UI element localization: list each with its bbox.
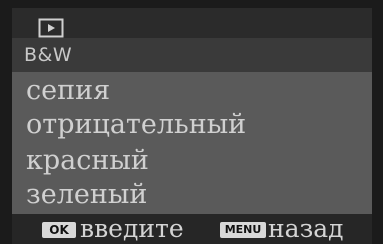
play-icon [38, 18, 64, 38]
bottom-bar: OK введите MENU назад [12, 214, 372, 244]
header-band: B&W [12, 38, 372, 72]
mode-label: B&W [24, 44, 73, 66]
ok-key-icon[interactable]: OK [42, 222, 76, 238]
top-bar [12, 8, 372, 38]
menu-item-red[interactable]: красный [26, 144, 149, 178]
back-action-label: назад [268, 214, 344, 243]
menu-panel: сепия отрицательный красный зеленый [12, 72, 372, 214]
menu-item-green[interactable]: зеленый [26, 178, 147, 212]
menu-item-sepia[interactable]: сепия [26, 74, 110, 108]
menu-key-icon[interactable]: MENU [220, 222, 266, 238]
camera-screen: B&W сепия отрицательный красный зеленый … [0, 0, 383, 244]
ok-action-label: введите [80, 214, 184, 243]
menu-item-negative[interactable]: отрицательный [26, 108, 246, 142]
